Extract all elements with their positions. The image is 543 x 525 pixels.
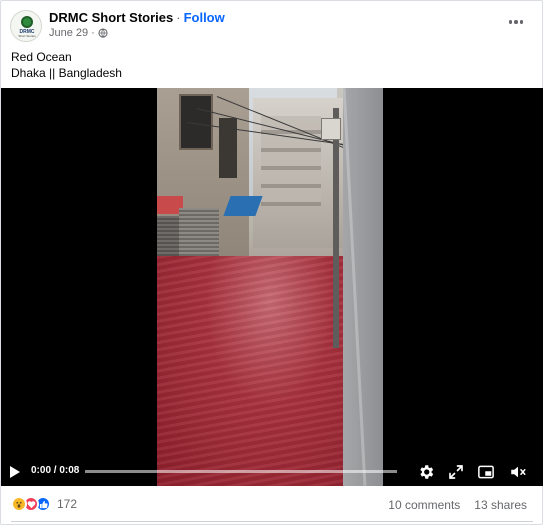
reaction-count: 172 (57, 497, 78, 511)
post-header-title: DRMC Short Stories · Follow (49, 10, 225, 25)
caption-title: Red Ocean (11, 50, 72, 64)
video-progress-bar[interactable] (85, 470, 397, 473)
post-caption: Red Ocean Dhaka || Bangladesh (11, 49, 122, 81)
shares-count-link[interactable]: 13 shares (474, 498, 527, 512)
post-meta: June 29 · (49, 27, 108, 39)
globe-icon (98, 28, 108, 38)
post-card: DRMC Short Stories DRMC Short Stories · Fo… (0, 0, 543, 525)
video-time: 0:00 / 0:08 (31, 465, 80, 476)
logo-seal-icon (21, 16, 33, 28)
footer-divider (11, 521, 533, 522)
wow-icon (11, 496, 27, 512)
settings-icon[interactable] (417, 463, 435, 481)
play-icon[interactable] (10, 466, 20, 478)
picture-in-picture-icon[interactable] (477, 463, 495, 481)
avatar-logo-subtext: Short Stories (18, 34, 36, 38)
video-frame[interactable] (157, 88, 383, 486)
comments-count-link[interactable]: 10 comments (388, 498, 460, 512)
follow-button[interactable]: Follow (184, 10, 225, 25)
post-date-link[interactable]: June 29 (49, 27, 88, 39)
video-player[interactable]: 0:00 / 0:08 (1, 88, 543, 486)
reactions-summary[interactable]: 172 (11, 496, 77, 512)
page-name-link[interactable]: DRMC Short Stories (49, 10, 173, 25)
separator-dot: · (176, 10, 181, 25)
caption-location: Dhaka || Bangladesh (11, 66, 122, 80)
fullscreen-icon[interactable] (447, 463, 465, 481)
separator-dot: · (91, 27, 95, 39)
volume-muted-icon[interactable] (509, 463, 527, 481)
video-controls: 0:00 / 0:08 (1, 459, 543, 486)
page-avatar[interactable]: DRMC Short Stories (10, 10, 42, 42)
more-options-icon[interactable] (506, 15, 526, 29)
engagement-stats: 10 comments 13 shares (388, 498, 527, 512)
